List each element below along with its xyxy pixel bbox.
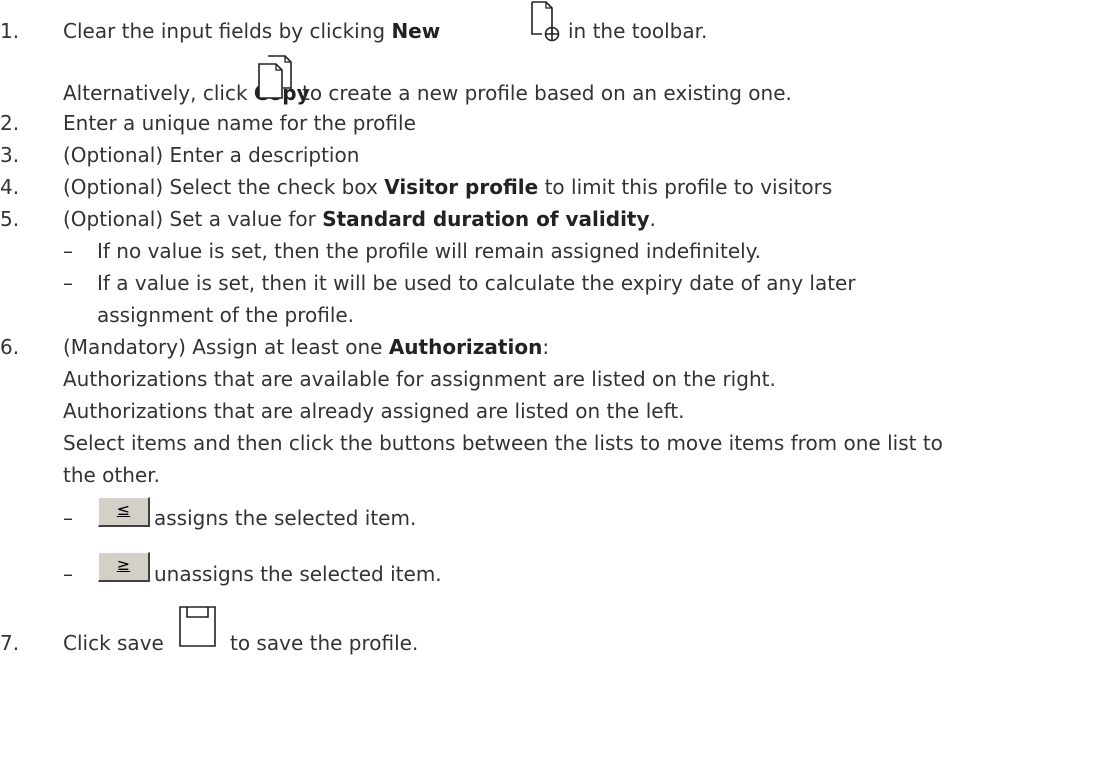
step-number: 4. — [0, 175, 20, 199]
step-text: Clear the input fields by clicking — [63, 19, 392, 43]
step-text: Click save — [63, 631, 164, 655]
step-number: 1. — [0, 19, 20, 43]
assign-description: assigns the selected item. — [154, 506, 417, 530]
step-1-line-1-end: in the toolbar. — [568, 19, 707, 43]
step-text: Enter a unique name for the profile — [63, 111, 416, 135]
new-document-icon — [531, 1, 560, 42]
copy-documents-icon — [258, 55, 292, 99]
step-number: 2. — [0, 111, 20, 135]
step-text: to save the profile. — [230, 631, 419, 655]
step-text: in the toolbar. — [568, 19, 708, 43]
assign-button-glyph: ≤ — [116, 500, 131, 519]
standard-duration-label: Standard duration of validity — [322, 207, 650, 231]
unassign-description: unassigns the selected item. — [154, 562, 442, 586]
step-text: to create a new profile based on an exis… — [302, 81, 792, 105]
authorization-label: Authorization — [388, 335, 543, 359]
step-6-text: Authorizations that are already assigned… — [63, 399, 685, 423]
step-1-line-1: Clear the input fields by clicking New — [63, 19, 440, 43]
bullet-continuation: assignment of the profile. — [97, 303, 354, 327]
step-6-text: Select items and then click the buttons … — [63, 431, 943, 455]
bullet-text: If no value is set, then the profile wil… — [97, 239, 762, 263]
step-1-line-2-end: to create a new profile based on an exis… — [302, 81, 792, 105]
new-label: New — [391, 19, 441, 43]
step-text: Alternatively, click — [63, 81, 254, 105]
bullet-dash: – — [63, 271, 73, 295]
step-6-text: the other. — [63, 463, 160, 487]
bullet-dash: – — [63, 239, 73, 263]
unassign-button-glyph: ≥ — [116, 555, 131, 574]
step-text: (Optional) Set a value for Standard dura… — [63, 207, 656, 231]
visitor-profile-label: Visitor profile — [384, 175, 539, 199]
step-number: 3. — [0, 143, 20, 167]
step-text: (Optional) Enter a description — [63, 143, 360, 167]
unassign-button-image: ≥ — [98, 552, 150, 582]
bullet-dash: – — [63, 506, 73, 530]
bullet-text: assignment of the profile. — [97, 303, 355, 327]
step-number: 7. — [0, 631, 20, 655]
bullet-dash: – — [63, 562, 73, 586]
save-icon — [179, 606, 216, 647]
step-number: 5. — [0, 207, 20, 231]
bullet-text: If a value is set, then it will be used … — [97, 271, 856, 295]
step-6-text: Authorizations that are available for as… — [63, 367, 776, 391]
assign-button-image: ≤ — [98, 497, 150, 527]
step-text: (Optional) Select the check box Visitor … — [63, 175, 833, 199]
step-number: 6. — [0, 335, 20, 359]
step-text: (Mandatory) Assign at least one Authoriz… — [63, 335, 550, 359]
